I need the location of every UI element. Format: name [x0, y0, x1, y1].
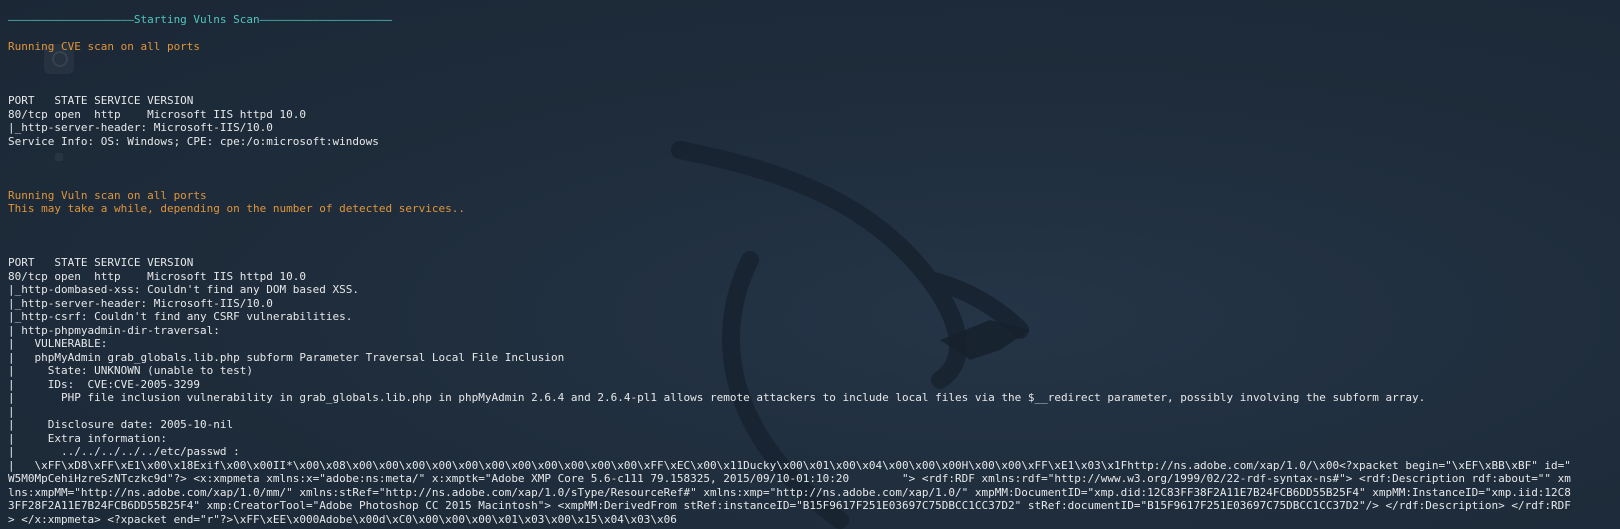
- terminal-line: | VULNERABLE:: [8, 337, 108, 350]
- terminal-line: |_http-server-header: Microsoft-IIS/10.0: [8, 121, 273, 134]
- terminal-line: | Disclosure date: 2005-10-nil: [8, 418, 234, 431]
- terminal-line: PORT STATE SERVICE VERSION: [8, 256, 194, 269]
- terminal-line: Running CVE scan on all ports: [8, 40, 201, 53]
- terminal-line: |_http-dombased-xss: Couldn't find any D…: [8, 283, 359, 296]
- terminal-line: 80/tcp open http Microsoft IIS httpd 10.…: [8, 269, 307, 283]
- terminal-output[interactable]: ———————————————————Starting Vulns Scan——…: [8, 13, 1614, 526]
- terminal-line: ———————————————————Starting Vulns Scan——…: [8, 13, 393, 26]
- terminal-line: |_http-csrf: Couldn't find any CSRF vuln…: [8, 310, 353, 323]
- terminal-line: Running Vuln scan on all ports: [8, 188, 207, 202]
- terminal-line: Service Info: OS: Windows; CPE: cpe:/o:m…: [8, 134, 379, 148]
- terminal-line: | State: UNKNOWN (unable to test): [8, 364, 254, 377]
- terminal-line: | \xFF\xD8\xFF\xE1\x00\x18Exif\x00\x00II…: [8, 458, 1571, 472]
- terminal-line: This may take a while, depending on the …: [8, 202, 465, 215]
- terminal-line: | ../../../../../etc/passwd :: [8, 445, 240, 458]
- terminal-line: 3FF28F2A11E7B24FCB6DD55B25F4" xmp:Creato…: [8, 499, 1571, 512]
- terminal-line: lns:xmpMM="http://ns.adobe.com/xap/1.0/m…: [8, 485, 1571, 499]
- terminal-line: > </x:xmpmeta> <?xpacket end="r"?>\xFF\x…: [8, 512, 677, 526]
- terminal-line: 80/tcp open http Microsoft IIS httpd 10.…: [8, 107, 307, 121]
- terminal-line: |: [8, 404, 15, 418]
- terminal-line: | phpMyAdmin grab_globals.lib.php subfor…: [8, 350, 565, 364]
- terminal-line: | PHP file inclusion vulnerability in gr…: [8, 391, 1426, 404]
- terminal-line: | Extra information:: [8, 431, 167, 445]
- terminal-line: |_http-server-header: Microsoft-IIS/10.0: [8, 296, 273, 310]
- terminal-line: W5M0MpCehiHzreSzNTczkc9d"?> <x:xmpmeta x…: [8, 472, 1571, 485]
- terminal-line: | http-phpmyadmin-dir-traversal:: [8, 323, 220, 337]
- terminal-line: PORT STATE SERVICE VERSION: [8, 94, 194, 107]
- terminal-line: | IDs: CVE:CVE-2005-3299: [8, 377, 201, 391]
